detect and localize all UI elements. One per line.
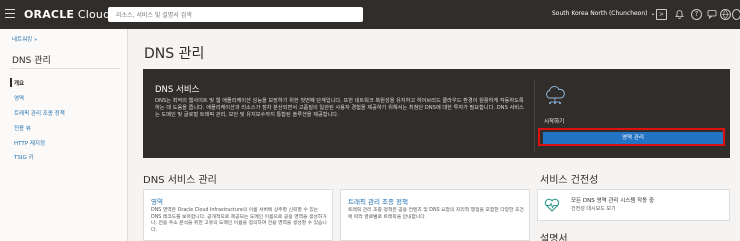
service-health-heading: 서비스 건전성	[540, 175, 599, 186]
health-pulse-icon	[544, 198, 560, 212]
cloud-dns-icon	[546, 85, 565, 104]
sidebar-item-tsig-keys[interactable]: TSIG 키	[14, 153, 34, 161]
sidebar-item-http-redirect[interactable]: HTTP 재지정	[14, 139, 45, 147]
zones-card-title[interactable]: 영역	[151, 196, 163, 206]
breadcrumb[interactable]: 네트워킹 »	[12, 35, 37, 43]
sidebar-title: DNS 관리	[12, 56, 51, 66]
service-health-card: 모든 DNS 영역 관리 시스템 작동 중 건전성 대시보드 보기	[537, 189, 730, 221]
health-dashboard-link[interactable]: 건전성 대시보드 보기	[571, 205, 616, 212]
sidebar-divider	[10, 68, 120, 69]
region-dropdown-chevron-icon: ⌄	[650, 10, 656, 17]
bell-icon[interactable]	[674, 9, 685, 20]
service-management-heading: DNS 서비스 관리	[143, 175, 217, 186]
banner-title: DNS 서비스	[155, 85, 200, 95]
traffic-steering-card[interactable]: 트래픽 관리 조종 정책 트래픽 관리 조종 정책은 공용 컨텐츠 및 DNS …	[340, 189, 530, 241]
page-title: DNS 관리	[144, 46, 205, 62]
code-editor-icon[interactable]: >	[656, 9, 667, 20]
search-input[interactable]: 리소스, 서비스 및 설명서 검색	[108, 7, 363, 22]
oracle-cloud-logo[interactable]: ORACLE Cloud	[24, 8, 110, 21]
language-icon[interactable]	[720, 9, 731, 20]
sidebar-item-zones[interactable]: 영역	[14, 94, 24, 102]
traffic-steering-card-title[interactable]: 트래픽 관리 조종 정책	[348, 196, 408, 206]
zones-card-description: DNS 영역은 Oracle Cloud Infrastructure의 이름 …	[151, 208, 327, 233]
top-navigation-bar: ORACLE Cloud 리소스, 서비스 및 설명서 검색 South Kor…	[0, 0, 740, 29]
zones-card[interactable]: 영역 DNS 영역은 Oracle Cloud Infrastructure의 …	[143, 189, 333, 241]
health-status-text: 모든 DNS 영역 관리 시스템 작동 중	[571, 198, 655, 204]
profile-icon[interactable]	[732, 9, 740, 20]
chat-icon[interactable]	[706, 9, 717, 20]
highlight-box	[538, 128, 725, 146]
region-selector[interactable]: South Korea North (Chuncheon) ⌄	[552, 10, 656, 17]
documentation-heading: 설명서	[540, 234, 568, 241]
get-started-label: 시작하기	[544, 119, 565, 125]
sidebar-item-overview[interactable]: 개요	[14, 79, 24, 87]
traffic-steering-card-description: 트래픽 관리 조종 정책은 공용 컨텐츠 및 DNS 요청의 지리적 행정을 포…	[348, 208, 524, 220]
sidebar: 네트워킹 » DNS 관리 개요 영역 트래픽 관리 조종 정책 전용 뷰 HT…	[0, 29, 128, 241]
hamburger-icon[interactable]	[5, 9, 15, 18]
sidebar-item-traffic-steering[interactable]: 트래픽 관리 조종 정책	[14, 109, 65, 117]
banner-description: DNS는 최적의 웹사이트 및 웹 애플리케이션 성능을 보장하기 위한 첫번째…	[155, 98, 524, 119]
help-icon[interactable]: ?	[691, 9, 702, 20]
sidebar-item-private-views[interactable]: 전용 뷰	[14, 124, 31, 132]
active-nav-marker	[10, 78, 12, 87]
